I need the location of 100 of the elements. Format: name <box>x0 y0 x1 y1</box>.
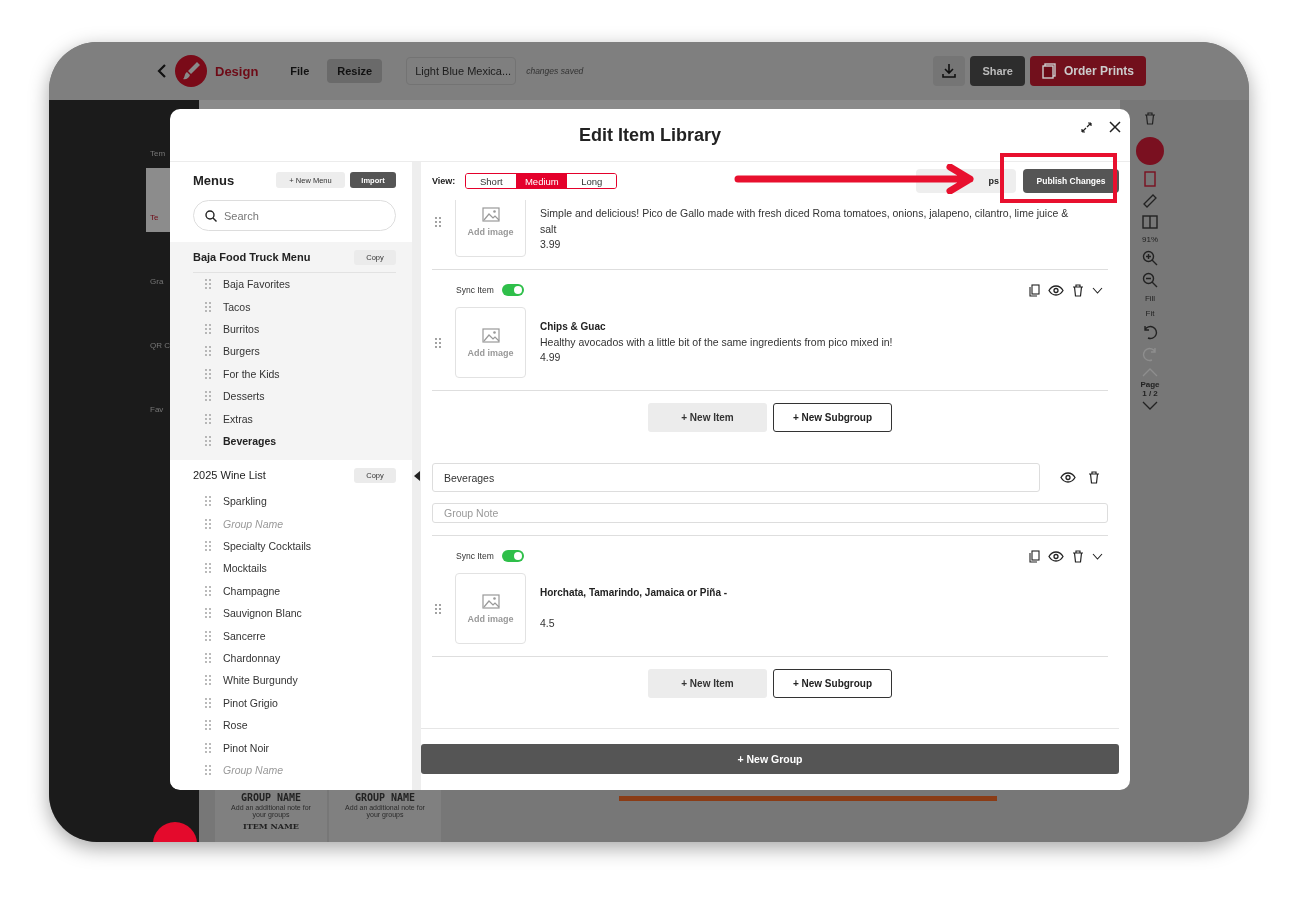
sync-toggle[interactable] <box>501 284 524 296</box>
item-name-text: ITEM NAME <box>243 821 299 831</box>
view-option-tab[interactable]: Long <box>566 174 617 188</box>
drag-handle-icon[interactable] <box>205 279 211 290</box>
collapse-handle[interactable] <box>412 162 421 790</box>
zoom-in-icon[interactable] <box>1142 250 1158 266</box>
menus-heading: Menus <box>193 172 236 188</box>
menu-group-item[interactable]: Baja Favorites <box>223 278 291 291</box>
trash-icon[interactable] <box>1072 549 1084 563</box>
group-note-field[interactable]: Group Note <box>432 503 1108 523</box>
drag-handle-icon[interactable] <box>205 653 211 664</box>
menu-group-item[interactable]: Burgers <box>223 345 260 358</box>
drag-handle-icon[interactable] <box>205 765 211 775</box>
top-menu-item[interactable]: File <box>280 59 320 83</box>
fill-button[interactable]: Fill <box>1144 294 1156 303</box>
eye-icon[interactable] <box>1060 472 1076 483</box>
image-icon <box>481 206 500 222</box>
drag-handle-icon[interactable] <box>205 541 211 552</box>
image-icon <box>481 327 500 343</box>
drag-handle-icon[interactable] <box>205 720 211 731</box>
menu-group-item[interactable]: Sparkling <box>223 495 267 508</box>
menu-group-item[interactable]: Burritos <box>223 322 260 335</box>
drag-handle-icon[interactable] <box>205 391 211 402</box>
page-icon[interactable] <box>1144 171 1156 187</box>
menu-group-item[interactable]: Sauvignon Blanc <box>223 607 302 620</box>
drag-handle-icon[interactable] <box>205 346 211 357</box>
document-name-field[interactable]: Light Blue Mexica... <box>406 57 517 85</box>
share-button[interactable]: Share <box>970 56 1025 86</box>
item-price: 4.5 <box>540 616 556 631</box>
back-icon[interactable] <box>157 64 167 78</box>
fit-button[interactable]: Fit <box>1145 309 1155 318</box>
close-icon[interactable] <box>1109 121 1121 133</box>
menu-group-item[interactable]: Extras <box>223 412 253 425</box>
view-label: View: <box>432 176 456 186</box>
drag-handle-icon[interactable] <box>205 630 211 641</box>
menu-group-item[interactable]: Sancerre <box>223 629 266 642</box>
item-price: 4.99 <box>540 350 562 365</box>
drag-handle-icon[interactable] <box>205 675 211 686</box>
new-group-button[interactable]: + New Group <box>421 744 1119 774</box>
ruler-icon[interactable] <box>1142 193 1158 209</box>
page-number: 1 / 2 <box>1142 389 1158 398</box>
drag-handle-icon[interactable] <box>205 301 211 312</box>
publish-changes-button[interactable]: Publish Changes <box>1023 169 1119 193</box>
group-name-field[interactable]: Beverages <box>432 463 1040 492</box>
chevron-down-icon[interactable] <box>1092 286 1103 294</box>
drag-handle-icon[interactable] <box>205 323 211 334</box>
drag-handle-icon[interactable] <box>205 563 211 574</box>
drag-handle-icon[interactable] <box>205 496 211 507</box>
trash-icon[interactable] <box>1072 283 1084 297</box>
drag-handle-icon[interactable] <box>435 603 441 614</box>
download-button[interactable] <box>933 56 966 86</box>
drag-handle-icon[interactable] <box>435 337 441 348</box>
menu-group-item[interactable]: Pinot Grigio <box>223 696 278 709</box>
save-status: changes saved <box>526 66 584 76</box>
drag-handle-icon[interactable] <box>205 413 211 424</box>
eye-icon[interactable] <box>1048 550 1064 562</box>
eye-icon[interactable] <box>1048 284 1064 296</box>
document-icon <box>1041 63 1056 79</box>
menu-group-item[interactable]: For the Kids <box>223 367 280 380</box>
new-subgroup-button[interactable]: + New Subgroup <box>773 403 892 432</box>
menu-group-item[interactable]: Beverages <box>223 434 277 447</box>
menu-name[interactable]: Baja Food Truck Menu <box>193 251 311 263</box>
menu-group-item[interactable]: Champagne <box>223 584 281 597</box>
undo-icon[interactable] <box>1142 324 1158 340</box>
drag-handle-icon[interactable] <box>205 585 211 596</box>
expand-icon[interactable] <box>1081 122 1092 133</box>
search-field[interactable]: Search <box>193 200 396 231</box>
drag-handle-icon[interactable] <box>205 368 211 379</box>
menu-group-item[interactable]: White Burgundy <box>223 674 298 687</box>
menu-group-item[interactable]: Pinot Noir <box>223 741 270 754</box>
drag-handle-icon[interactable] <box>205 435 211 446</box>
new-subgroup-button[interactable]: + New Subgroup <box>773 669 892 698</box>
zoom-level: 91% <box>1142 235 1158 244</box>
image-icon <box>481 593 500 609</box>
sync-toggle[interactable] <box>501 550 524 562</box>
new-item-button[interactable]: + New Item <box>648 403 767 432</box>
menu-group-item[interactable]: Chardonnay <box>223 652 281 665</box>
menu-group-item[interactable]: Rose <box>223 719 248 732</box>
copy-icon[interactable] <box>1029 549 1040 563</box>
menu-group-item[interactable]: Specialty Cocktails <box>223 540 312 553</box>
copy-icon[interactable] <box>1029 283 1040 297</box>
menu-group-item[interactable]: Tacos <box>223 300 251 313</box>
trash-icon[interactable] <box>1088 471 1100 484</box>
new-item-button[interactable]: + New Item <box>648 669 767 698</box>
menu-group-item[interactable]: Mocktails <box>223 562 267 575</box>
chevron-down-icon[interactable] <box>1092 552 1103 560</box>
item-name: Chips & Guac <box>540 320 607 334</box>
page-label: Page <box>1140 380 1160 389</box>
menu-name[interactable]: 2025 Wine List <box>193 469 266 482</box>
drag-handle-icon[interactable] <box>205 697 211 708</box>
columns-icon[interactable] <box>1142 215 1158 229</box>
drag-handle-icon[interactable] <box>205 518 211 529</box>
drag-handle-icon[interactable] <box>205 608 211 619</box>
view-option-tab[interactable]: Medium <box>516 174 567 188</box>
drag-handle-icon[interactable] <box>205 742 211 753</box>
item-description: Simple and delicious! Pico de Gallo made with fresh diced Roma tomatoes, onions, jalapeno, cilantro, lime juice & salt <box>540 206 1070 237</box>
drag-handle-icon[interactable] <box>435 216 441 227</box>
order-prints-button[interactable]: Order Prints <box>1029 56 1146 86</box>
zoom-out-icon[interactable] <box>1142 272 1158 288</box>
menu-group-item[interactable]: Desserts <box>223 390 265 403</box>
